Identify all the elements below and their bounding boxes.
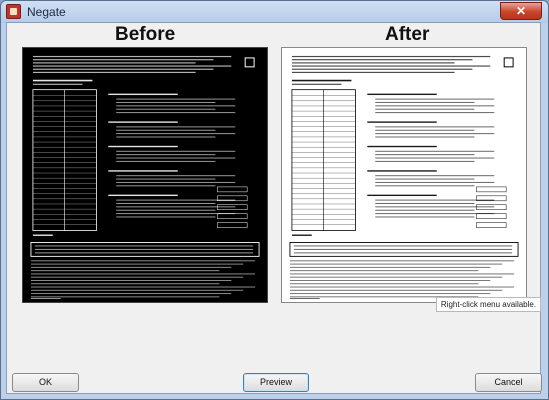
preview-area: Before After bbox=[7, 23, 540, 305]
after-document-thumbnail bbox=[289, 55, 519, 300]
after-label: After bbox=[385, 24, 430, 45]
cancel-button[interactable]: Cancel bbox=[475, 373, 542, 392]
after-preview-image[interactable] bbox=[281, 47, 527, 303]
ok-button[interactable]: OK bbox=[12, 373, 79, 392]
title-bar[interactable]: Negate ✕ bbox=[1, 1, 548, 23]
before-document-thumbnail bbox=[30, 55, 260, 300]
dialog-client-area: Before After bbox=[6, 22, 541, 394]
window-title: Negate bbox=[27, 5, 66, 19]
right-click-hint: Right-click menu available. bbox=[436, 297, 541, 312]
before-preview-image[interactable] bbox=[22, 47, 268, 303]
close-button[interactable]: ✕ bbox=[500, 2, 542, 20]
app-icon bbox=[6, 4, 21, 19]
before-label: Before bbox=[115, 24, 176, 45]
preview-button[interactable]: Preview bbox=[243, 373, 309, 392]
